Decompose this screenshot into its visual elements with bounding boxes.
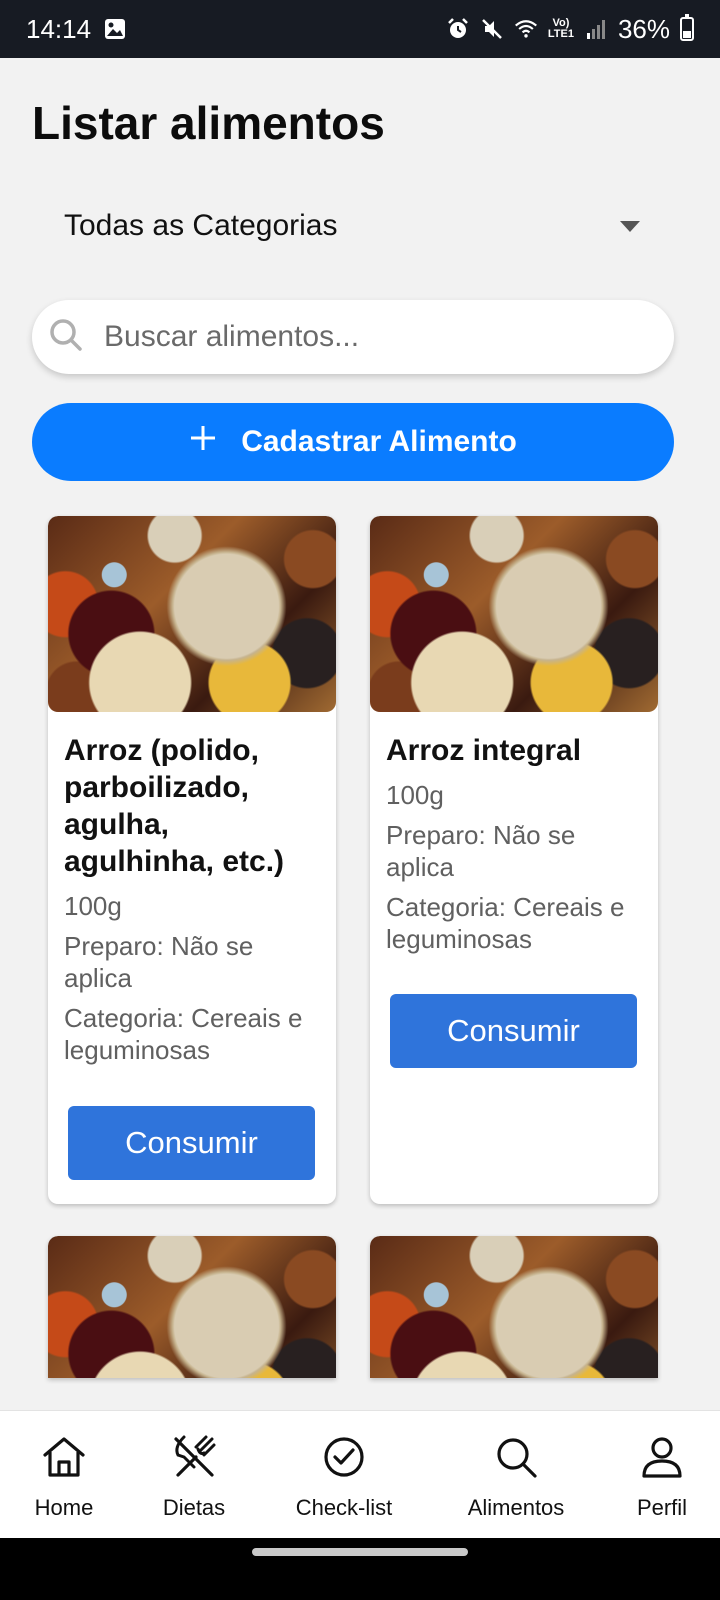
- home-gesture-bar[interactable]: [252, 1548, 468, 1556]
- nav-label: Dietas: [162, 1495, 226, 1520]
- battery-icon: [680, 14, 694, 41]
- search-icon: [48, 317, 84, 358]
- nav-foods[interactable]: Alimentos: [450, 1411, 582, 1539]
- search-input[interactable]: [104, 320, 604, 354]
- utensils-icon: [170, 1433, 218, 1481]
- network-type: Vo) LTE1: [547, 17, 574, 40]
- status-bar: 14:14 Vo) LTE1 36%: [0, 0, 720, 58]
- category-selected-value: Todas as Categorias: [64, 209, 338, 242]
- food-preparation: Preparo: Não se aplica: [386, 820, 576, 882]
- dropdown-caret-icon: [620, 220, 640, 232]
- nav-checklist[interactable]: Check-list: [282, 1411, 406, 1539]
- food-image: [48, 516, 336, 712]
- consume-button[interactable]: Consumir: [390, 994, 637, 1068]
- gallery-icon: [103, 17, 127, 41]
- bottom-navigation: Home Dietas Check-list Alimentos Perfil: [0, 1410, 720, 1538]
- search-icon: [492, 1433, 540, 1481]
- food-category: Categoria: Cereais e leguminosas: [64, 1003, 303, 1065]
- food-card[interactable]: [48, 1236, 336, 1378]
- food-name: Arroz integral: [386, 734, 582, 767]
- search-bar[interactable]: [32, 300, 674, 374]
- wifi-icon: [514, 17, 538, 41]
- mute-icon: [480, 17, 504, 41]
- page-title: Listar alimentos: [32, 97, 385, 149]
- nav-home[interactable]: Home: [18, 1411, 110, 1539]
- nav-label: Home: [34, 1495, 94, 1520]
- food-image: [370, 516, 658, 712]
- food-image: [370, 1236, 658, 1378]
- category-dropdown[interactable]: Todas as Categorias: [32, 190, 672, 262]
- home-icon: [40, 1433, 88, 1481]
- food-preparation: Preparo: Não se aplica: [64, 931, 254, 993]
- food-portion: 100g: [64, 891, 122, 921]
- food-category: Categoria: Cereais e leguminosas: [386, 892, 625, 954]
- status-time: 14:14: [26, 13, 92, 44]
- food-card[interactable]: Arroz integral 100g Preparo: Não se apli…: [370, 516, 658, 1204]
- user-icon: [638, 1433, 686, 1481]
- food-portion: 100g: [386, 780, 444, 810]
- nav-diets[interactable]: Dietas: [144, 1411, 244, 1539]
- signal-icon: [584, 17, 608, 41]
- nav-label: Perfil: [636, 1495, 688, 1520]
- food-card[interactable]: [370, 1236, 658, 1378]
- alarm-icon: [446, 17, 470, 41]
- nav-label: Alimentos: [467, 1495, 565, 1520]
- nav-profile[interactable]: Perfil: [616, 1411, 708, 1539]
- consume-button[interactable]: Consumir: [68, 1106, 315, 1180]
- add-food-label: Cadastrar Alimento: [241, 425, 517, 458]
- battery-percent: 36%: [617, 13, 670, 44]
- food-image: [48, 1236, 336, 1378]
- check-circle-icon: [320, 1433, 368, 1481]
- food-name: Arroz (polido, parboilizado, agulha, agu…: [64, 734, 285, 878]
- nav-label: Check-list: [295, 1495, 393, 1520]
- food-card[interactable]: Arroz (polido, parboilizado, agulha, agu…: [48, 516, 336, 1204]
- plus-icon: [189, 424, 217, 460]
- add-food-button[interactable]: Cadastrar Alimento: [32, 403, 674, 481]
